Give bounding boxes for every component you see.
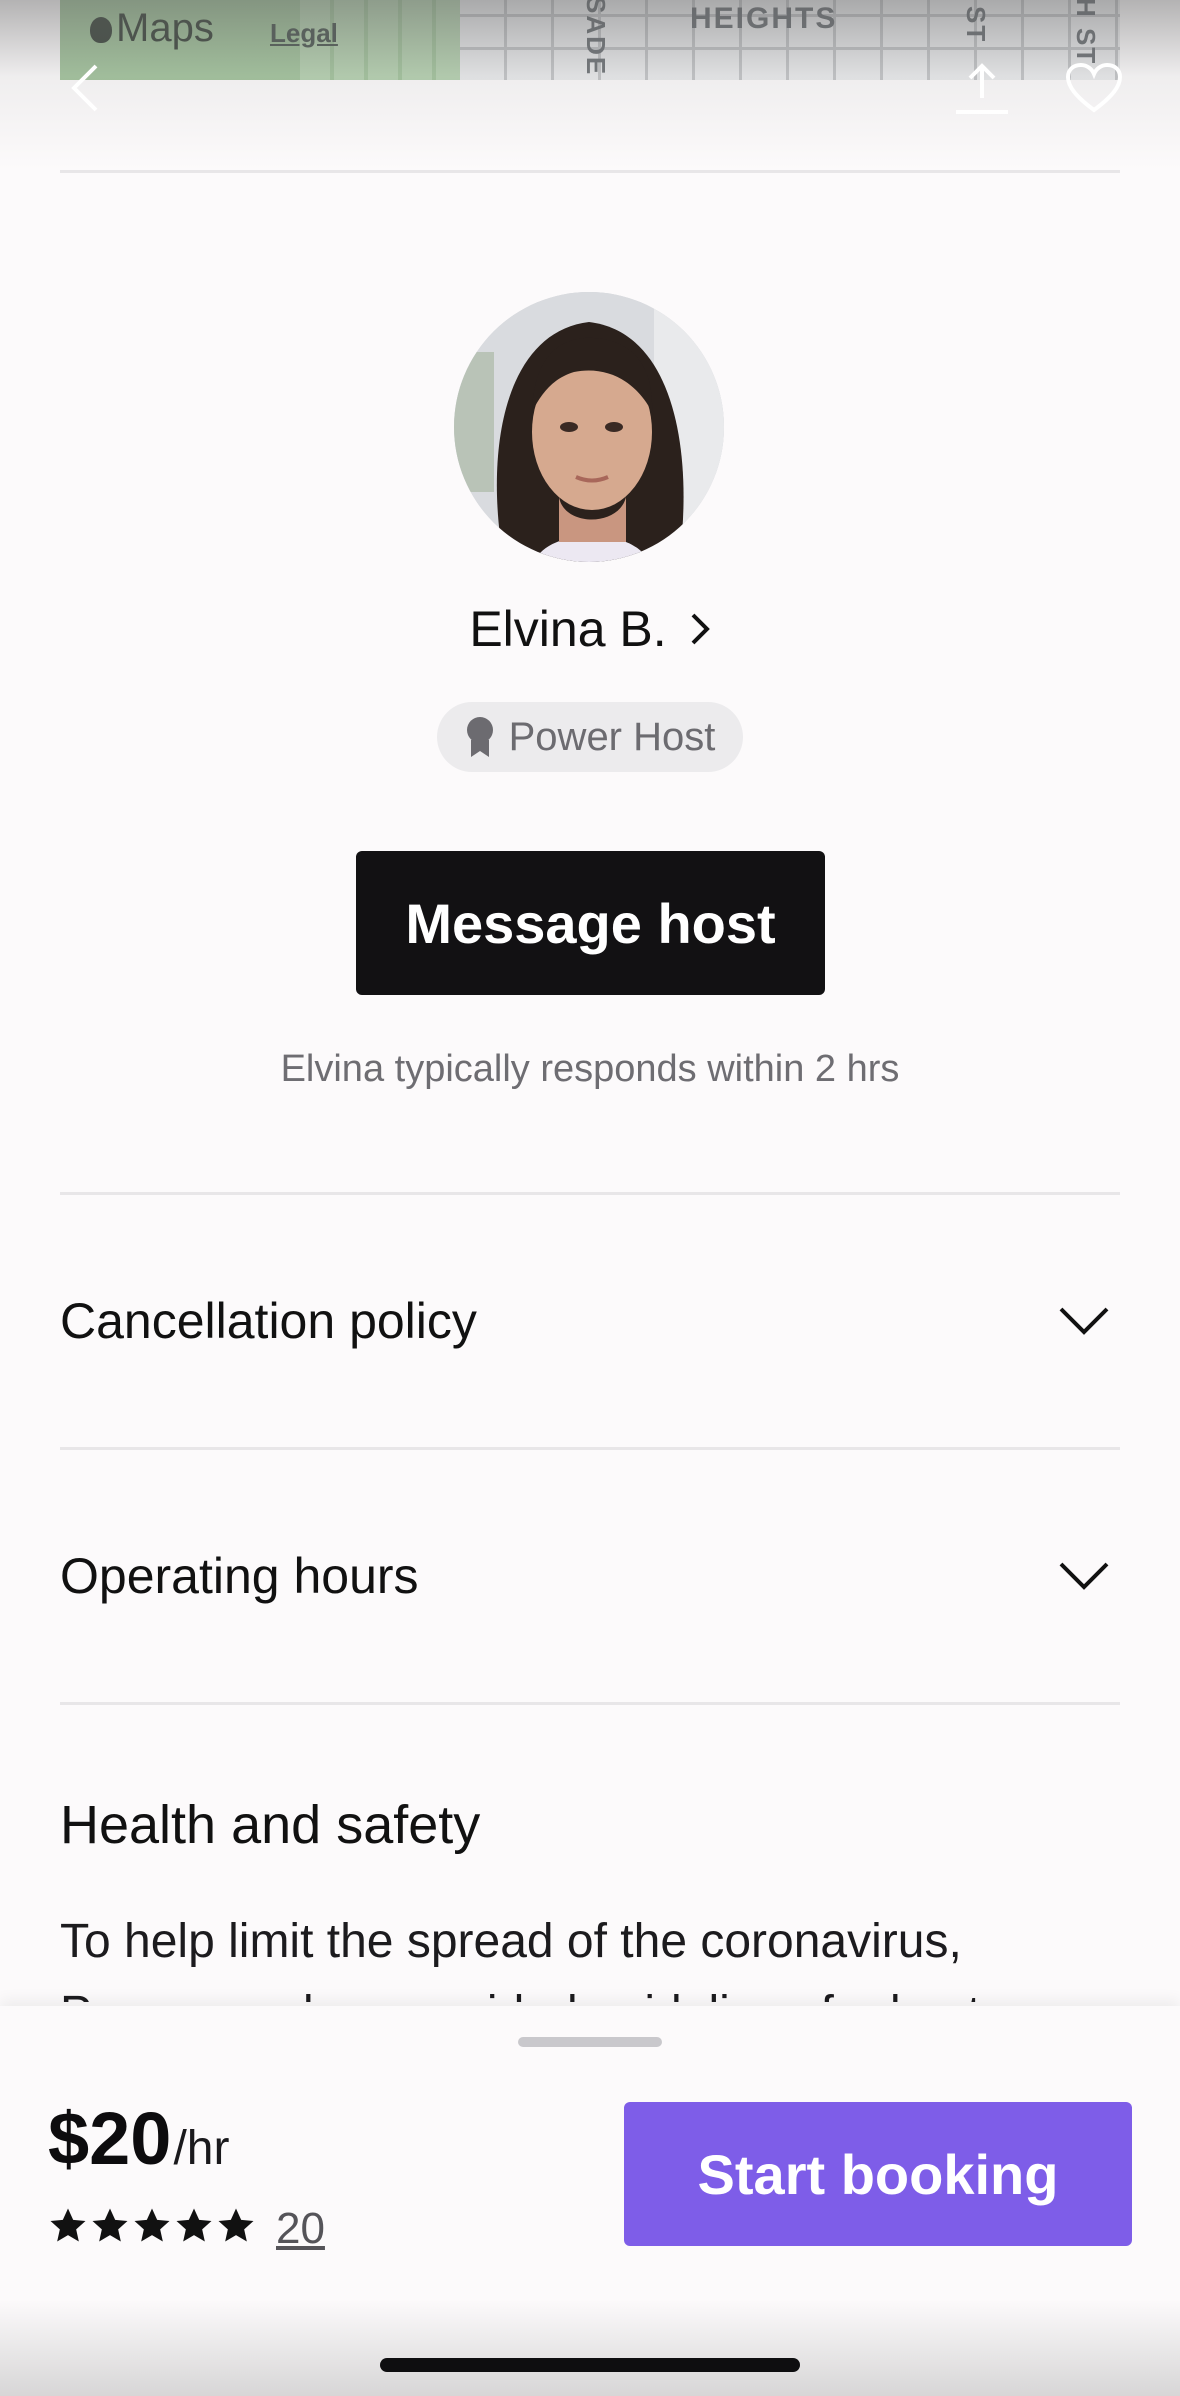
map-label-h-st: H ST (1071, 0, 1101, 66)
maps-logo: Maps (90, 6, 214, 51)
operating-hours-title: Operating hours (60, 1548, 419, 1604)
health-safety-title: Health and safety (60, 1795, 481, 1855)
price-amount: $20 (48, 2097, 172, 2180)
heart-icon (1065, 62, 1123, 113)
price-unit: /hr (173, 2122, 230, 2175)
host-photo (454, 292, 724, 562)
divider (60, 1702, 1120, 1705)
start-booking-label: Start booking (697, 2142, 1059, 2206)
divider (60, 1192, 1120, 1195)
favorite-button[interactable] (1064, 58, 1124, 118)
star-icon (218, 2208, 254, 2242)
rating-stars (48, 2206, 256, 2246)
chevron-down-icon (1059, 1562, 1109, 1590)
star-icon (176, 2208, 212, 2242)
chevron-down-icon (1059, 1307, 1109, 1335)
start-booking-button[interactable]: Start booking (624, 2102, 1132, 2246)
map-legal-link[interactable]: Legal (270, 18, 338, 49)
sheet-grabber[interactable] (518, 2037, 662, 2047)
host-avatar[interactable] (454, 292, 724, 562)
map-label-heights: HEIGHTS (690, 2, 838, 35)
badge-label: Power Host (508, 714, 716, 759)
host-name: Elvina B. (469, 601, 667, 657)
map-label-st: ST (961, 6, 991, 44)
response-time-note: Elvina typically responds within 2 hrs (280, 1048, 900, 1090)
star-icon (92, 2208, 128, 2242)
map-label-sade: SADE (581, 0, 611, 77)
home-indicator (380, 2358, 800, 2372)
health-safety-body: To help limit the spread of the coronavi… (60, 1915, 1005, 2002)
divider (60, 170, 1120, 173)
operating-hours-toggle[interactable]: Operating hours (60, 1526, 1120, 1626)
share-upload-icon (956, 63, 1008, 114)
back-button[interactable] (56, 58, 116, 118)
power-host-badge: Power Host (437, 702, 743, 772)
price: $20 /hr (48, 2096, 229, 2181)
award-ribbon-icon (466, 717, 493, 757)
review-count-link[interactable]: 20 (276, 2204, 325, 2254)
message-host-label: Message host (405, 891, 776, 955)
star-icon (50, 2208, 86, 2242)
host-name-link[interactable]: Elvina B. (0, 596, 1180, 662)
message-host-button[interactable]: Message host (356, 851, 825, 995)
cancellation-policy-title: Cancellation policy (60, 1293, 477, 1349)
chevron-left-icon (71, 64, 98, 112)
chevron-right-icon (691, 613, 710, 645)
divider (60, 1447, 1120, 1450)
star-icon (134, 2208, 170, 2242)
bottom-gradient (0, 2300, 1180, 2396)
cancellation-policy-toggle[interactable]: Cancellation policy (60, 1271, 1120, 1371)
apple-icon (90, 17, 112, 43)
share-button[interactable] (952, 58, 1012, 118)
